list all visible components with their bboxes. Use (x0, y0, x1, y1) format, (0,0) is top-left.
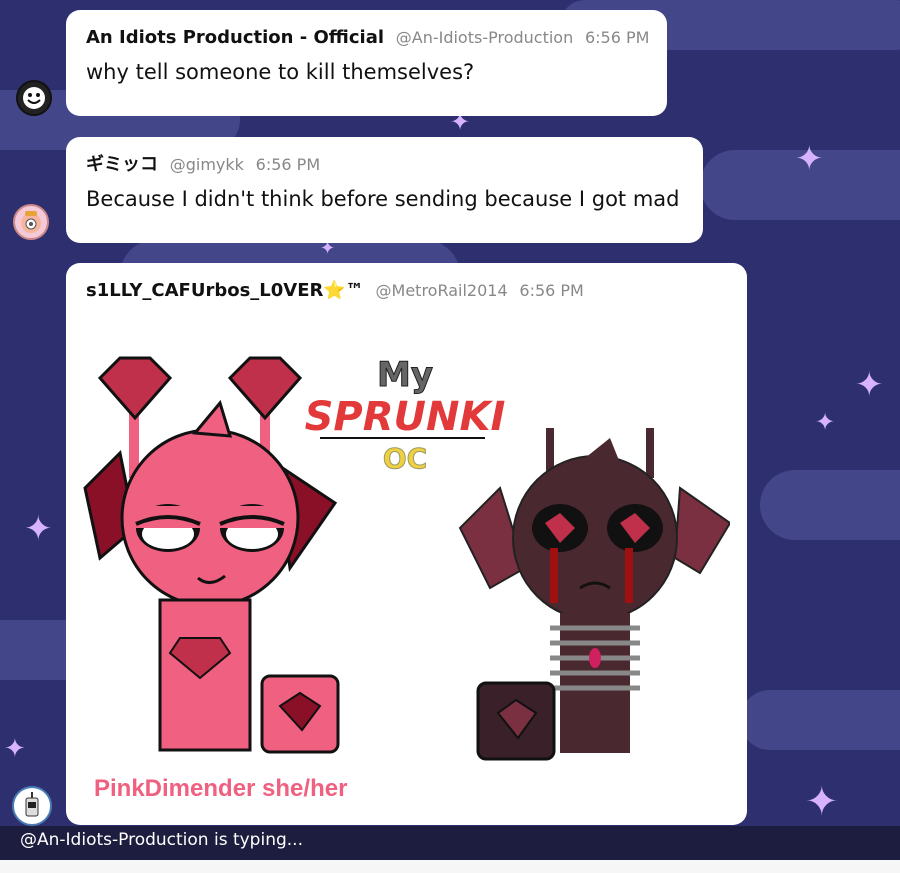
message-text: why tell someone to kill themselves? (86, 60, 475, 84)
message-timestamp: 6:56 PM (255, 155, 321, 174)
cloud-shape (760, 470, 900, 540)
pink-character (83, 356, 340, 754)
sparkle-icon: ✦ (815, 408, 836, 436)
typing-indicator: @An-Idiots-Production is typing... (0, 826, 900, 860)
sparkle-icon: ✦ (4, 734, 26, 764)
message-timestamp: 6:56 PM (519, 281, 584, 300)
title-my: My (377, 355, 433, 395)
author-handle[interactable]: @gimykk (170, 155, 244, 174)
oc-artwork: My SPRUNKI OC PinkDimender she/her (83, 355, 732, 802)
author-handle[interactable]: @An-Idiots-Production (396, 28, 573, 47)
attached-image[interactable]: My SPRUNKI OC PinkDimender she/her (80, 338, 732, 813)
message-header: s1LLY_CAFUrbos_L0VER⭐™ @MetroRail2014 6:… (86, 279, 727, 303)
message-timestamp: 6:56 PM (584, 28, 650, 47)
bottom-strip (0, 860, 900, 873)
author-name[interactable]: s1LLY_CAFUrbos_L0VER⭐™ (86, 280, 364, 301)
chat-message: ギミッコ @gimykk 6:56 PM Because I didn't th… (66, 137, 703, 243)
character-icon (25, 792, 39, 817)
message-header: An Idiots Production - Official @An-Idio… (86, 26, 650, 50)
sparkle-icon: ✦ (805, 779, 839, 825)
cloud-shape (740, 690, 900, 750)
title-logo: My SPRUNKI OC (305, 355, 506, 476)
message-header: ギミッコ @gimykk 6:56 PM (86, 153, 683, 177)
chat-message: An Idiots Production - Official @An-Idio… (66, 10, 667, 116)
user-avatar[interactable] (16, 80, 52, 116)
user-avatar[interactable] (12, 786, 52, 826)
smiley-icon (23, 87, 45, 109)
image-caption: PinkDimender she/her (94, 775, 347, 802)
title-sprunki: SPRUNKI (305, 394, 506, 440)
user-avatar[interactable] (13, 204, 49, 240)
sparkle-icon: ✦ (24, 509, 53, 549)
dark-character (458, 428, 732, 761)
message-text: Because I didn't think before sending be… (86, 187, 680, 211)
title-oc: OC (383, 442, 427, 475)
author-handle[interactable]: @MetroRail2014 (376, 281, 508, 300)
sparkle-icon: ✦ (795, 139, 824, 179)
author-name[interactable]: ギミッコ (86, 154, 158, 175)
author-name[interactable]: An Idiots Production - Official (86, 27, 384, 48)
sparkle-icon: ✦ (855, 365, 884, 405)
chat-message: s1LLY_CAFUrbos_L0VER⭐™ @MetroRail2014 6:… (66, 263, 747, 825)
character-icon (21, 211, 41, 233)
